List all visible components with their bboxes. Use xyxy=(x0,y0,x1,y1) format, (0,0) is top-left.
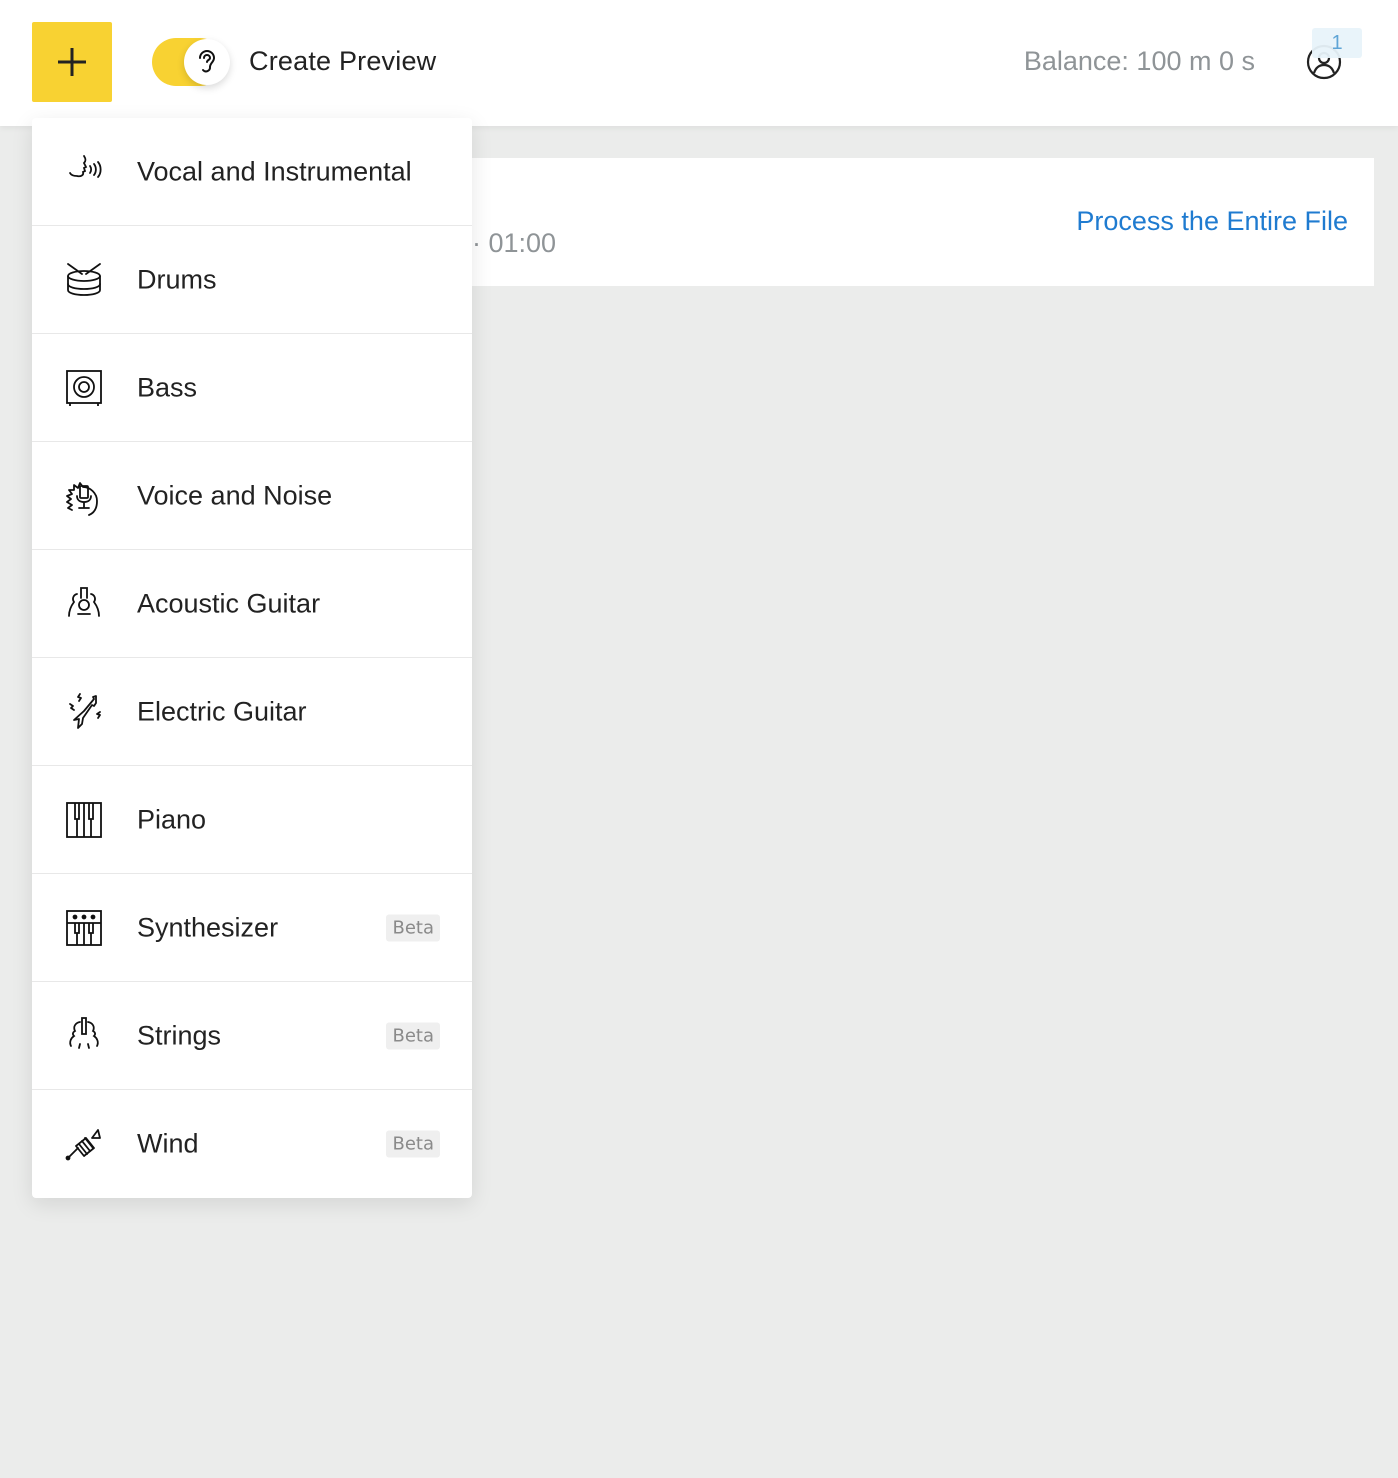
create-preview-label: Create Preview xyxy=(249,46,437,76)
menu-item-synthesizer[interactable]: Synthesizer Beta xyxy=(32,874,472,982)
time-range: · 01:00 xyxy=(472,228,557,258)
electric-guitar-icon xyxy=(62,690,106,734)
menu-item-strings[interactable]: Strings Beta xyxy=(32,982,472,1090)
menu-item-label: Strings xyxy=(137,1020,222,1050)
menu-item-label: Synthesizer xyxy=(137,912,279,942)
beta-badge: Beta xyxy=(386,1130,440,1158)
menu-item-wind[interactable]: Wind Beta xyxy=(32,1090,472,1198)
menu-item-piano[interactable]: Piano xyxy=(32,766,472,874)
add-button[interactable] xyxy=(32,22,112,102)
menu-item-voice-and-noise[interactable]: Voice and Noise xyxy=(32,442,472,550)
process-entire-file-link[interactable]: Process the Entire File xyxy=(1076,206,1348,237)
preview-toggle[interactable] xyxy=(152,38,230,86)
microphone-noise-icon xyxy=(62,474,106,518)
piano-icon xyxy=(62,798,106,842)
trumpet-icon xyxy=(62,1122,106,1166)
plus-icon xyxy=(55,45,89,79)
menu-item-drums[interactable]: Drums xyxy=(32,226,472,334)
violin-icon xyxy=(62,1014,106,1058)
voice-icon xyxy=(62,150,106,194)
synthesizer-icon xyxy=(62,906,106,950)
beta-badge: Beta xyxy=(386,1022,440,1049)
speaker-icon xyxy=(62,366,106,410)
stem-type-menu: Vocal and Instrumental Drums Bass Voice … xyxy=(32,118,472,1198)
menu-item-label: Drums xyxy=(137,264,217,294)
menu-item-electric-guitar[interactable]: Electric Guitar xyxy=(32,658,472,766)
menu-item-vocal-and-instrumental[interactable]: Vocal and Instrumental xyxy=(32,118,472,226)
beta-badge: Beta xyxy=(386,914,440,941)
balance-text: Balance: 100 m 0 s xyxy=(1023,46,1255,76)
toggle-knob xyxy=(184,39,230,85)
ear-icon xyxy=(192,47,222,77)
menu-item-label: Wind xyxy=(137,1128,199,1159)
menu-item-bass[interactable]: Bass xyxy=(32,334,472,442)
menu-item-label: Bass xyxy=(137,372,198,402)
top-bar: Create Preview Balance: 100 m 0 s 1 xyxy=(0,0,1398,126)
menu-item-label: Acoustic Guitar xyxy=(137,588,321,618)
notification-badge[interactable]: 1 xyxy=(1312,28,1362,58)
drum-icon xyxy=(62,258,106,302)
menu-item-label: Piano xyxy=(137,804,207,834)
menu-item-label: Voice and Noise xyxy=(137,480,333,510)
menu-item-label: Electric Guitar xyxy=(137,696,307,726)
acoustic-guitar-icon xyxy=(62,582,106,626)
menu-item-acoustic-guitar[interactable]: Acoustic Guitar xyxy=(32,550,472,658)
menu-item-label: Vocal and Instrumental xyxy=(137,156,412,186)
